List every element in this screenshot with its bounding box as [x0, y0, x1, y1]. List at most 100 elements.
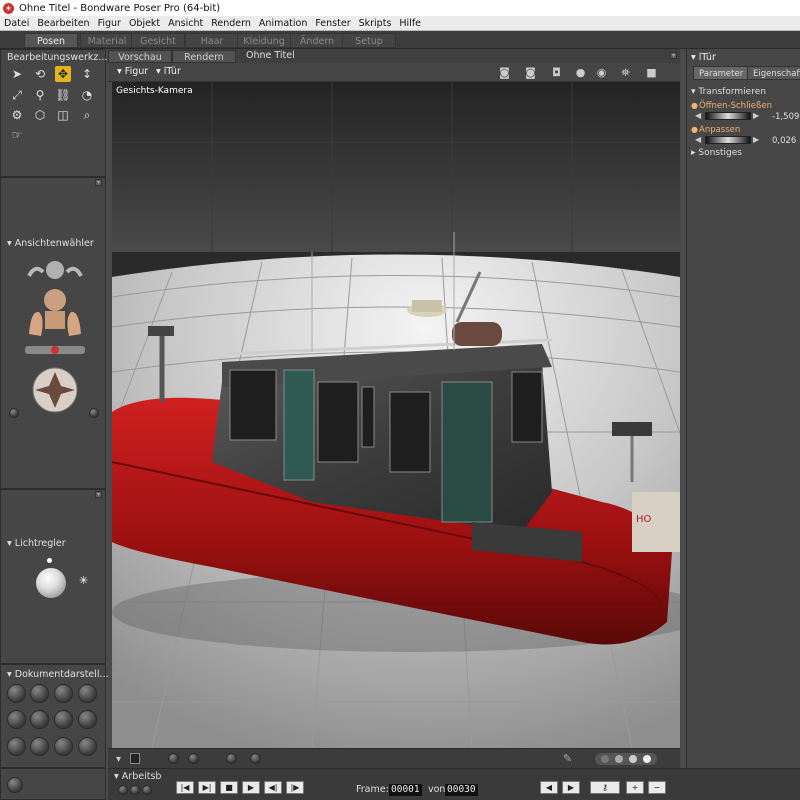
- morphing-icon[interactable]: ⬡: [32, 107, 48, 123]
- room-tab-posen[interactable]: Posen: [24, 33, 78, 48]
- display-cartoon-icon[interactable]: [78, 710, 97, 729]
- light-sun-icon[interactable]: ✳: [79, 574, 88, 587]
- menu-animation[interactable]: Animation: [255, 18, 311, 29]
- menu-figur[interactable]: Figur: [94, 18, 125, 29]
- tab-parameter[interactable]: Parameter: [693, 66, 750, 80]
- step-forward-button[interactable]: |▶: [286, 781, 304, 794]
- light-handle-icon[interactable]: [47, 558, 52, 563]
- group-other[interactable]: ▸ Sonstiges: [691, 148, 742, 158]
- grouping-icon[interactable]: ⚙: [9, 107, 25, 123]
- zoom-icon[interactable]: ⌕: [79, 107, 95, 123]
- camera-orbit-icon[interactable]: ◘: [549, 67, 564, 78]
- figure-dropdown[interactable]: ▾ Figur: [117, 66, 148, 77]
- slider-left-arrow-icon-2[interactable]: ◀: [695, 135, 701, 144]
- menu-rendern[interactable]: Rendern: [207, 18, 255, 29]
- menu-fenster[interactable]: Fenster: [311, 18, 354, 29]
- add-keyframe-button[interactable]: +: [626, 781, 644, 794]
- swatch-gray[interactable]: [615, 755, 623, 763]
- move-camera-icon[interactable]: ⛯: [618, 67, 633, 78]
- camera-panel-menu-icon[interactable]: ▾: [95, 179, 102, 186]
- menu-skripts[interactable]: Skripts: [355, 18, 396, 29]
- slider-right-arrow-icon-2[interactable]: ▶: [753, 135, 759, 144]
- camera-dolly-icon[interactable]: ◙: [523, 67, 538, 78]
- camera-lock-icon[interactable]: [9, 408, 19, 418]
- ground-plane-icon[interactable]: [250, 753, 261, 764]
- param-adjust-value[interactable]: 0,026: [772, 136, 796, 146]
- library-dot-icon[interactable]: [118, 785, 128, 795]
- translate-in-out-icon[interactable]: ↕: [79, 66, 95, 82]
- display-extra-icon[interactable]: [7, 777, 23, 793]
- tab-properties[interactable]: Eigenschaften: [747, 66, 800, 80]
- swatch-light-gray[interactable]: [629, 755, 637, 763]
- display-wireframe-icon[interactable]: [54, 684, 73, 703]
- video-camera-icon[interactable]: ■: [644, 67, 659, 78]
- scale-icon[interactable]: ⤢: [9, 87, 25, 103]
- display-flat-shaded-icon[interactable]: [30, 710, 49, 729]
- swatch-white[interactable]: [643, 755, 651, 763]
- display-silhouette-icon[interactable]: [7, 684, 26, 703]
- taper-icon[interactable]: ⚲: [32, 87, 48, 103]
- display-options-icon[interactable]: [226, 753, 237, 764]
- prev-keyframe-button[interactable]: ◀: [540, 781, 558, 794]
- room-tab-kleidung[interactable]: Kleidung: [237, 33, 291, 48]
- viewport-3d[interactable]: Gesichts-Kamera HO: [112, 82, 680, 748]
- select-arrow-icon[interactable]: ➤: [9, 66, 25, 82]
- bottom-dropdown-icon[interactable]: ▾: [116, 754, 121, 765]
- view-magnifier-icon[interactable]: ◫: [55, 107, 71, 123]
- swatch-dark-gray[interactable]: [601, 755, 609, 763]
- menu-hilfe[interactable]: Hilfe: [395, 18, 425, 29]
- display-hidden-line-icon[interactable]: [78, 684, 97, 703]
- library-dot-icon-2[interactable]: [130, 785, 140, 795]
- display-texture-shaded-icon[interactable]: [54, 737, 73, 756]
- menu-ansicht[interactable]: Ansicht: [164, 18, 207, 29]
- total-frames-field[interactable]: 00030: [445, 784, 478, 796]
- translate-move-icon[interactable]: ✥: [55, 66, 71, 82]
- brush-icon[interactable]: ✎: [563, 752, 572, 765]
- tab-preview[interactable]: Vorschau: [108, 50, 172, 63]
- menu-objekt[interactable]: Objekt: [125, 18, 164, 29]
- actor-dropdown[interactable]: ▾ lTür: [156, 66, 181, 77]
- go-to-start-button[interactable]: |◀: [176, 781, 194, 794]
- next-keyframe-button[interactable]: ▶: [562, 781, 580, 794]
- edit-keyframes-key-icon[interactable]: ⚷: [590, 781, 620, 794]
- slider-left-arrow-icon[interactable]: ◀: [695, 111, 701, 120]
- direct-manipulation-icon[interactable]: ☞: [9, 127, 25, 143]
- color-icon[interactable]: ◔: [79, 87, 95, 103]
- room-tab-setup[interactable]: Setup: [342, 33, 396, 48]
- background-color-icon[interactable]: [130, 753, 140, 764]
- display-preview-icon[interactable]: [78, 737, 97, 756]
- display-smooth-shaded-icon[interactable]: [7, 737, 26, 756]
- target-icon[interactable]: ◉: [594, 67, 609, 78]
- record-dot-icon[interactable]: ●: [573, 67, 588, 78]
- display-lit-wireframe-icon[interactable]: [7, 710, 26, 729]
- camera-icon[interactable]: ◙: [497, 67, 512, 78]
- light-sphere[interactable]: [36, 568, 66, 598]
- rotate-icon[interactable]: ⟲: [32, 66, 48, 82]
- stop-button[interactable]: ■: [220, 781, 238, 794]
- camera-head-hands-icon[interactable]: [21, 254, 89, 414]
- param-adjust-dial[interactable]: [705, 136, 751, 144]
- menu-bearbeiten[interactable]: Bearbeiten: [33, 18, 93, 29]
- figure-shadow-icon[interactable]: [188, 753, 199, 764]
- room-tab-aendern[interactable]: Ändern: [290, 33, 344, 48]
- chain-break-icon[interactable]: ⛓: [55, 87, 71, 103]
- go-to-end-button[interactable]: ▶|: [198, 781, 216, 794]
- room-tab-gesicht[interactable]: Gesicht: [131, 33, 185, 48]
- viewport-panel-menu-icon[interactable]: ▾: [670, 52, 677, 59]
- param-open-close-value[interactable]: -1,509: [772, 112, 799, 122]
- delete-keyframe-button[interactable]: −: [648, 781, 666, 794]
- display-outline-icon[interactable]: [30, 684, 49, 703]
- display-flat-lined-icon[interactable]: [54, 710, 73, 729]
- param-open-close-dial[interactable]: [705, 112, 751, 120]
- menu-datei[interactable]: Datei: [0, 18, 33, 29]
- tab-render[interactable]: Rendern: [172, 50, 236, 63]
- light-panel-menu-icon[interactable]: ▾: [95, 491, 102, 498]
- step-back-button[interactable]: ◀|: [264, 781, 282, 794]
- slider-right-arrow-icon[interactable]: ▶: [753, 111, 759, 120]
- current-frame-field[interactable]: 00001: [389, 784, 422, 796]
- play-button[interactable]: ▶: [242, 781, 260, 794]
- camera-rotate-icon[interactable]: [89, 408, 99, 418]
- ground-shadow-icon[interactable]: [168, 753, 179, 764]
- display-smooth-lined-icon[interactable]: [30, 737, 49, 756]
- library-dot-icon-3[interactable]: [142, 785, 152, 795]
